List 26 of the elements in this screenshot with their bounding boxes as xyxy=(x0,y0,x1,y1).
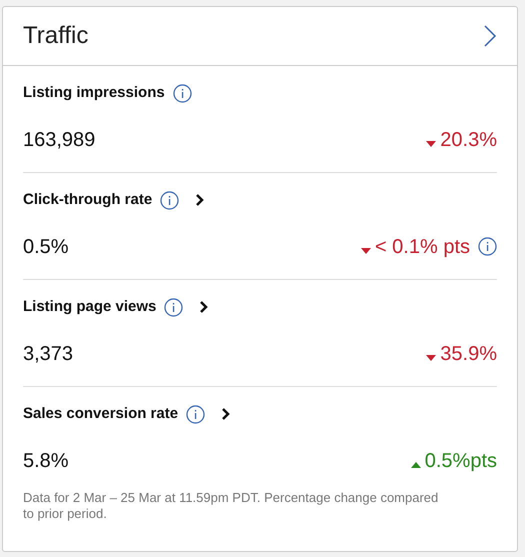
footnote: Data for 2 Mar – 25 Mar at 11.59pm PDT. Percentage change compared to prior period. xyxy=(23,490,440,522)
info-icon[interactable] xyxy=(160,190,180,210)
info-icon[interactable] xyxy=(164,298,184,317)
metric-label: Sales conversion rate xyxy=(23,404,178,424)
down-triangle-icon xyxy=(426,354,436,360)
down-triangle-icon xyxy=(426,140,436,146)
info-icon[interactable] xyxy=(186,404,206,424)
info-icon[interactable] xyxy=(172,84,192,103)
metric-value: 5.8% xyxy=(23,448,69,474)
metric-label: Listing page views xyxy=(23,297,156,317)
metric-value: 3,373 xyxy=(23,342,74,366)
chevron-right-icon[interactable] xyxy=(199,300,210,314)
card-title: Traffic xyxy=(23,21,88,51)
info-icon[interactable] xyxy=(478,237,497,256)
change-value: 20.3% xyxy=(440,128,497,152)
change-value: 0.5%pts xyxy=(424,448,497,474)
metric-value: 163,989 xyxy=(23,128,96,152)
chevron-right-icon[interactable] xyxy=(221,407,232,422)
metric-label: Click-through rate xyxy=(23,190,152,210)
metric-label: Listing impressions xyxy=(23,83,165,103)
change-value: 35.9% xyxy=(440,342,497,366)
down-triangle-icon xyxy=(360,248,371,254)
chevron-right-icon[interactable] xyxy=(195,193,206,208)
change-value: < 0.1% pts xyxy=(374,234,470,260)
metric-value: 0.5% xyxy=(23,234,69,260)
up-triangle-icon xyxy=(410,462,421,468)
